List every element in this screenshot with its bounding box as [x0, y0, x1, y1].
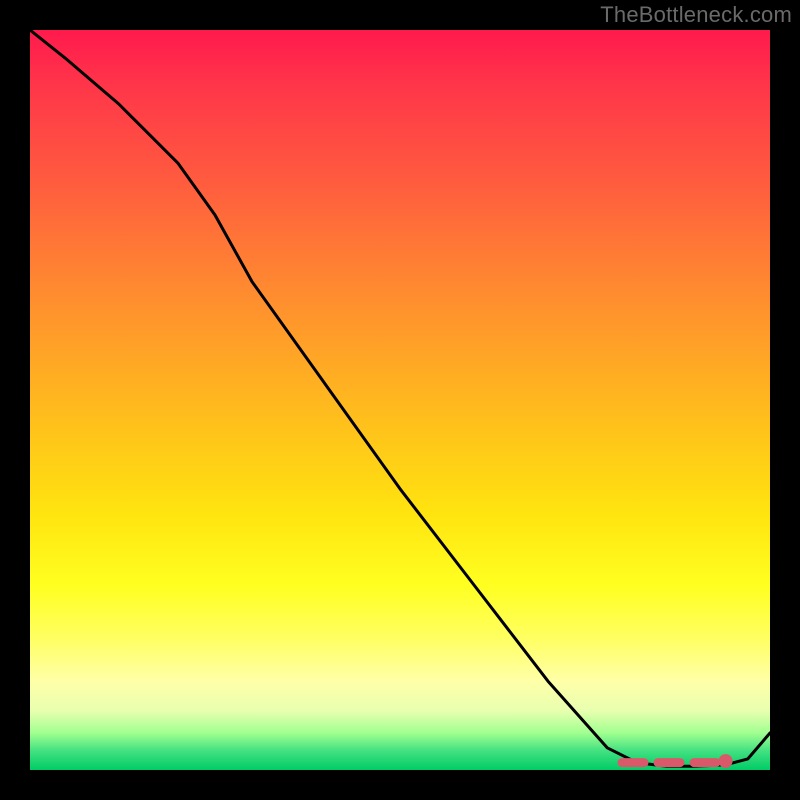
marker-dot	[719, 754, 733, 768]
plot-area	[30, 30, 770, 770]
attribution-label: TheBottleneck.com	[600, 2, 792, 28]
chart-svg	[30, 30, 770, 770]
chart-frame: TheBottleneck.com	[0, 0, 800, 800]
curve-line	[30, 30, 770, 766]
